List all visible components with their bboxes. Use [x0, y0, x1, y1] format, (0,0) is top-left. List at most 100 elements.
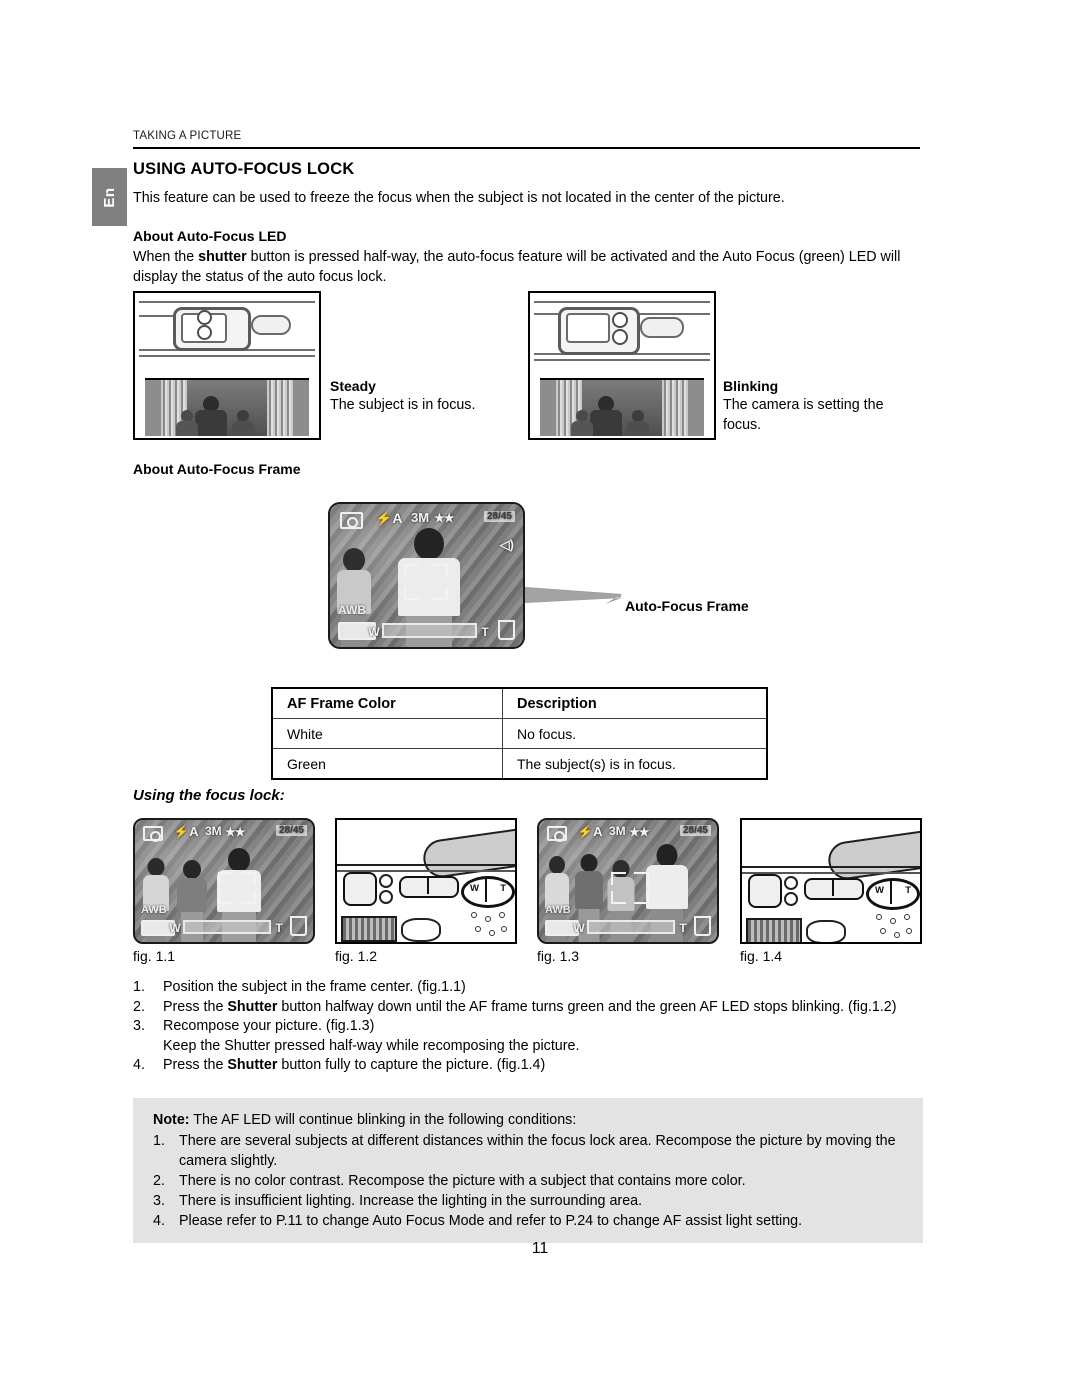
- camera-led: [784, 892, 798, 906]
- figure-caption: fig. 1.3: [537, 948, 580, 964]
- camera-led: [784, 876, 798, 890]
- note-item: 4. Please refer to P.11 to change Auto F…: [153, 1211, 905, 1231]
- camera-led-blinking-photo: [528, 291, 716, 440]
- white-balance-label: AWB: [545, 904, 571, 916]
- language-tab: En: [92, 168, 127, 226]
- flash-auto-icon: ⚡A: [375, 510, 403, 526]
- step-text-suffix: button fully to capture the picture. (fi…: [277, 1057, 546, 1073]
- figure-caption: fig. 1.1: [133, 948, 176, 964]
- led-state-text: The camera is setting the focus.: [723, 397, 884, 433]
- shutter-button-illustration: [640, 317, 684, 338]
- zoom-wide-icon: W: [169, 921, 181, 935]
- note-text: Please refer to P.11 to change Auto Focu…: [179, 1213, 803, 1229]
- speaker-icon: ◁): [499, 537, 514, 552]
- zoom-bar: [382, 623, 477, 638]
- using-focus-lock-heading: Using the focus lock:: [133, 787, 285, 804]
- step-text: Recompose your picture. (fig.1.3): [163, 1018, 375, 1034]
- zoom-rocker-button: W T: [866, 878, 920, 910]
- shot-counter: 28/45: [275, 825, 307, 836]
- zoom-tele-icon: T: [679, 921, 687, 935]
- step-item: 2. Press the Shutter button halfway down…: [133, 998, 933, 1018]
- note-text: There are several subjects at different …: [179, 1133, 896, 1169]
- zoom-tele-icon: T: [481, 625, 489, 639]
- led-state-text: The subject is in focus.: [330, 397, 476, 413]
- resolution-label: 3M: [205, 824, 222, 838]
- zoom-rocker-button: W T: [461, 876, 515, 908]
- memory-card-icon: [694, 916, 711, 936]
- figure-caption: fig. 1.2: [335, 948, 378, 964]
- step-text-prefix: Press the: [163, 998, 228, 1015]
- step-text-bold: Shutter: [227, 1057, 278, 1073]
- led-body-prefix: When the: [133, 249, 199, 265]
- led-state-title: Steady: [330, 378, 376, 394]
- speaker-dots-icon: [876, 914, 916, 940]
- step-number: 1.: [133, 979, 145, 995]
- shutter-button-illustration: [251, 315, 291, 335]
- step-number: 4.: [133, 1057, 145, 1073]
- step-subtext: Keep the Shutter pressed half-way while …: [163, 1037, 580, 1054]
- camera-led-steady-photo: [133, 291, 321, 440]
- camera-button: [748, 874, 782, 908]
- quality-stars-icon: ★★: [629, 825, 649, 839]
- led-state-title: Blinking: [723, 378, 779, 394]
- figure-1-3-image: ⚡A 3M ★★ 28/45 AWB W T: [537, 818, 719, 944]
- step-item: 4. Press the Shutter button fully to cap…: [133, 1056, 933, 1076]
- zoom-wide-label: W: [875, 885, 884, 896]
- camera-led: [379, 874, 393, 888]
- led-body-bold: shutter: [198, 249, 247, 265]
- mode-switch: [804, 878, 864, 900]
- section-intro: This feature can be used to freeze the f…: [133, 190, 785, 206]
- led-body-suffix: button is pressed half-way, the auto-foc…: [133, 249, 901, 285]
- figure-1-2-image: W T: [335, 818, 517, 944]
- figure-caption: fig. 1.4: [740, 948, 783, 964]
- camera-mode-icon: [143, 826, 163, 842]
- note-number: 4.: [153, 1213, 165, 1229]
- shot-counter: 28/45: [483, 511, 515, 522]
- camera-button: [806, 920, 846, 942]
- mode-switch: [399, 876, 459, 898]
- note-number: 1.: [153, 1133, 165, 1149]
- led-state-steady-caption: Steady The subject is in focus.: [330, 378, 520, 416]
- table-row: White No focus.: [271, 718, 768, 749]
- auto-focus-frame-bracket: [404, 564, 448, 600]
- zoom-wide-icon: W: [573, 921, 585, 935]
- note-lead: Note: The AF LED will continue blinking …: [153, 1110, 905, 1130]
- camera-top-illustration: [135, 293, 319, 371]
- camera-led: [379, 890, 393, 904]
- speaker-dots-icon: [471, 912, 511, 938]
- auto-focus-frame-callout-label: Auto-Focus Frame: [625, 598, 749, 614]
- note-item: 3. There is insufficient lighting. Incre…: [153, 1191, 905, 1211]
- cell-color: Green: [271, 748, 503, 780]
- led-state-blinking-caption: Blinking The camera is setting the focus…: [723, 378, 913, 435]
- af-frame-color-table: AF Frame Color Description White No focu…: [271, 687, 768, 780]
- cell-description: The subject(s) is in focus.: [502, 748, 768, 780]
- step-text: Position the subject in the frame center…: [163, 979, 466, 995]
- note-label: Note:: [153, 1112, 190, 1128]
- note-number: 3.: [153, 1193, 165, 1209]
- auto-focus-frame-bracket: [611, 872, 649, 904]
- camera-top-illustration: [530, 293, 714, 371]
- af-led-indicator: [612, 312, 628, 328]
- column-header-description: Description: [502, 687, 768, 719]
- zoom-tele-label: T: [905, 885, 911, 896]
- step-text-prefix: Press the: [163, 1057, 228, 1073]
- note-number: 2.: [153, 1173, 165, 1189]
- camera-mode-icon: [547, 826, 567, 842]
- quality-stars-icon: ★★: [225, 825, 245, 839]
- af-led-indicator: [197, 310, 212, 325]
- cell-description: No focus.: [502, 718, 768, 749]
- viewfinder-scene: [145, 378, 309, 436]
- about-auto-focus-led-heading: About Auto-Focus LED: [133, 228, 287, 244]
- step-text-suffix: button halfway down until the AF frame t…: [277, 998, 897, 1015]
- memory-card-icon: [498, 620, 515, 640]
- mode-dial-strip: [341, 916, 397, 942]
- manual-page: TAKING A PICTURE En USING AUTO-FOCUS LOC…: [0, 0, 1080, 1381]
- zoom-bar: [587, 920, 675, 934]
- camera-mode-icon: [340, 512, 363, 529]
- step-number: 3.: [133, 1018, 145, 1034]
- figure-1-4-image: W T: [740, 818, 922, 944]
- language-tab-label: En: [101, 187, 118, 208]
- column-header-color: AF Frame Color: [271, 687, 503, 719]
- white-balance-label: AWB: [338, 603, 366, 617]
- camera-button: [401, 918, 441, 942]
